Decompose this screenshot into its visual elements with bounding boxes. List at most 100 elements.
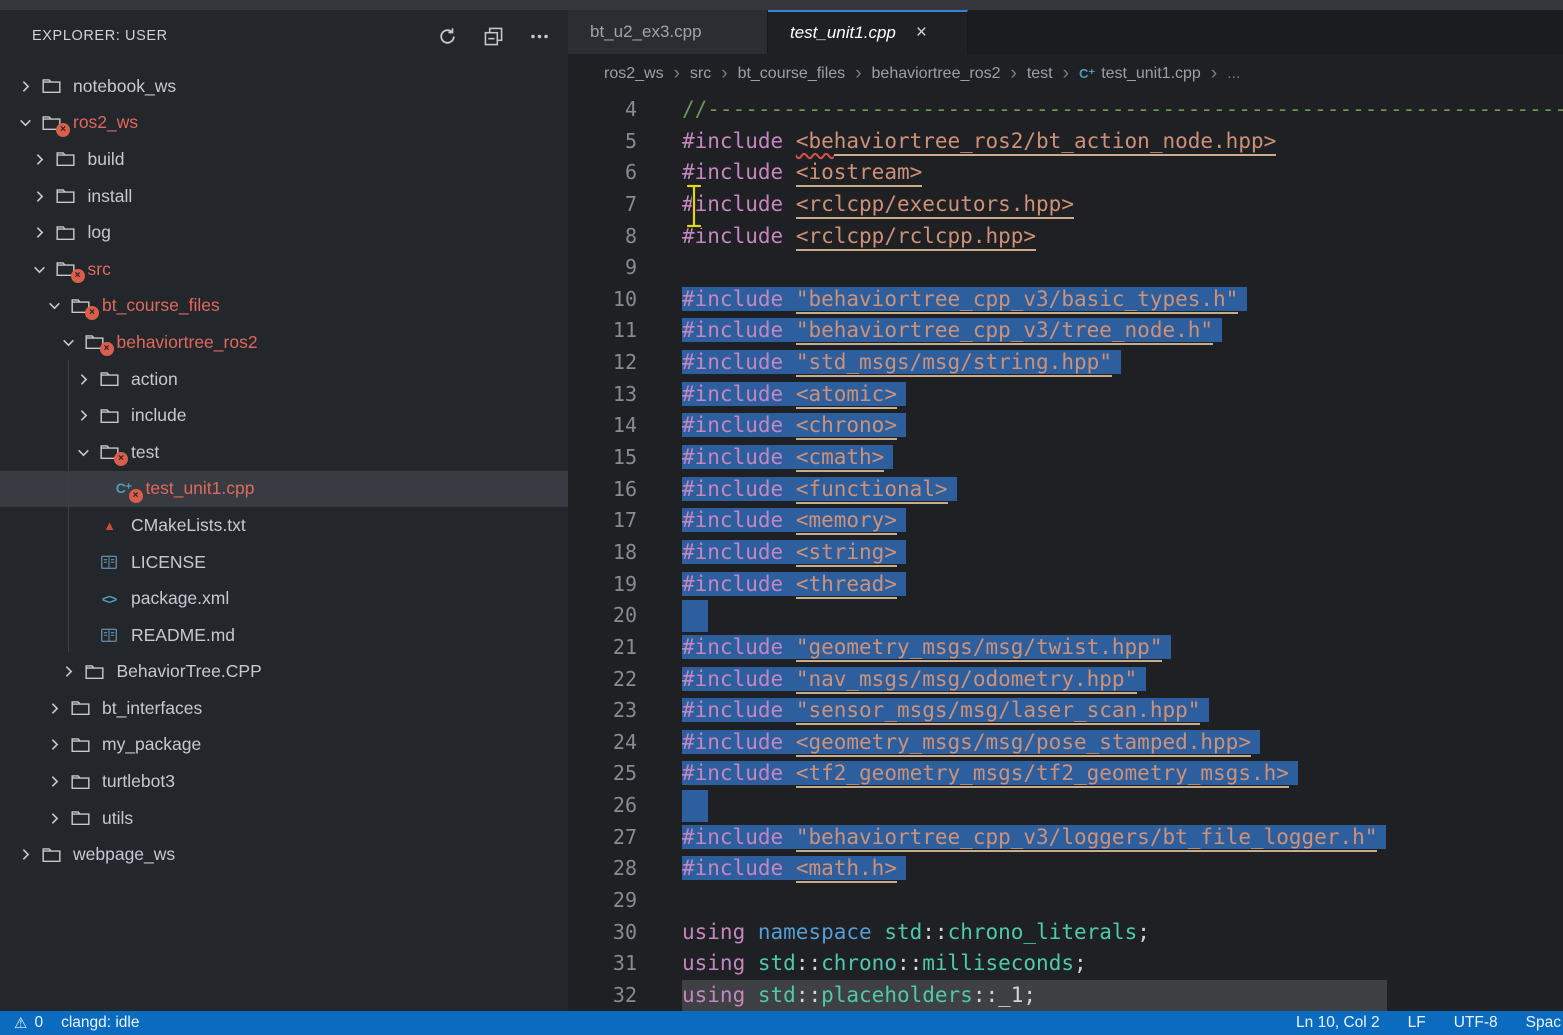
problem-badge: × bbox=[129, 489, 143, 503]
code-line-18[interactable]: 18 #include <string> bbox=[568, 537, 1563, 569]
tree-item-turtlebot3[interactable]: turtlebot3 bbox=[0, 763, 568, 800]
code-line-30[interactable]: 30 using namespace std::chrono_literals; bbox=[568, 917, 1563, 949]
tab-test_unit1.cpp[interactable]: test_unit1.cpp × bbox=[768, 10, 968, 54]
code-line-28[interactable]: 28 #include <math.h> bbox=[568, 853, 1563, 885]
chevron-down-icon[interactable] bbox=[70, 445, 96, 460]
code-line-22[interactable]: 22 #include "nav_msgs/msg/odometry.hpp" bbox=[568, 664, 1563, 696]
chevron-right-icon[interactable] bbox=[70, 372, 96, 387]
code-line-17[interactable]: 17 #include <memory> bbox=[568, 505, 1563, 537]
chevron-right-icon[interactable] bbox=[12, 79, 38, 94]
tree-item-label: LICENSE bbox=[131, 552, 206, 573]
chevron-right-icon[interactable] bbox=[27, 225, 53, 240]
status-item[interactable]: UTF-8 bbox=[1454, 1014, 1498, 1032]
breadcrumb-item-ros2_ws[interactable]: ros2_ws bbox=[604, 65, 664, 83]
more-icon[interactable] bbox=[528, 25, 550, 47]
code-line-31[interactable]: 31 using std::chrono::milliseconds; bbox=[568, 948, 1563, 980]
tree-item-src[interactable]: × src bbox=[0, 251, 568, 288]
tree-item-BehaviorTree.CPP[interactable]: BehaviorTree.CPP bbox=[0, 654, 568, 691]
chevron-down-icon[interactable] bbox=[56, 335, 82, 350]
tree-item-label: src bbox=[88, 259, 111, 280]
chevron-down-icon[interactable] bbox=[27, 262, 53, 277]
tree-item-include[interactable]: include bbox=[0, 397, 568, 434]
tree-item-package.xml[interactable]: <> package.xml bbox=[0, 580, 568, 617]
code-line-14[interactable]: 14 #include <chrono> bbox=[568, 410, 1563, 442]
chevron-down-icon[interactable] bbox=[12, 115, 38, 130]
tree-item-utils[interactable]: utils bbox=[0, 800, 568, 837]
tab-bt_u2_ex3.cpp[interactable]: bt_u2_ex3.cpp bbox=[568, 10, 768, 54]
line-number: 16 bbox=[568, 474, 637, 506]
chevron-right-icon[interactable] bbox=[41, 737, 67, 752]
chevron-right-icon[interactable] bbox=[41, 701, 67, 716]
breadcrumb-item-src[interactable]: src bbox=[690, 65, 711, 83]
code-line-32[interactable]: 32 using std::placeholders::_1; bbox=[568, 980, 1563, 1011]
chevron-right-icon[interactable] bbox=[27, 189, 53, 204]
tree-item-action[interactable]: action bbox=[0, 361, 568, 398]
code-line-24[interactable]: 24 #include <geometry_msgs/msg/pose_stam… bbox=[568, 727, 1563, 759]
line-number: 17 bbox=[568, 505, 637, 537]
status-item[interactable]: Spac bbox=[1526, 1014, 1561, 1032]
chevron-right-icon[interactable] bbox=[27, 152, 53, 167]
breadcrumb-item-...[interactable]: ... bbox=[1227, 65, 1240, 83]
code-line-29[interactable]: 29 bbox=[568, 885, 1563, 917]
tree-item-notebook_ws[interactable]: notebook_ws bbox=[0, 68, 568, 105]
chevron-right-icon[interactable] bbox=[70, 408, 96, 423]
code-line-19[interactable]: 19 #include <thread> bbox=[568, 569, 1563, 601]
breadcrumb-item-test_unit1.cpp[interactable]: C⁺test_unit1.cpp bbox=[1079, 65, 1201, 83]
status-item[interactable]: Ln 10, Col 2 bbox=[1296, 1014, 1380, 1032]
tree-item-README.md[interactable]: README.md bbox=[0, 617, 568, 654]
tree-item-ros2_ws[interactable]: × ros2_ws bbox=[0, 105, 568, 142]
chevron-right-icon[interactable] bbox=[41, 774, 67, 789]
code-line-23[interactable]: 23 #include "sensor_msgs/msg/laser_scan.… bbox=[568, 695, 1563, 727]
code-line-21[interactable]: 21 #include "geometry_msgs/msg/twist.hpp… bbox=[568, 632, 1563, 664]
code-line-27[interactable]: 27 #include "behaviortree_cpp_v3/loggers… bbox=[568, 822, 1563, 854]
code-line-10[interactable]: 10 #include "behaviortree_cpp_v3/basic_t… bbox=[568, 284, 1563, 316]
tree-item-install[interactable]: install bbox=[0, 178, 568, 215]
refresh-icon[interactable] bbox=[436, 25, 458, 47]
code-editor[interactable]: 4 //------------------------------------… bbox=[568, 94, 1563, 1011]
tree-item-bt_course_files[interactable]: × bt_course_files bbox=[0, 288, 568, 325]
code-line-4[interactable]: 4 //------------------------------------… bbox=[568, 94, 1563, 126]
code-line-11[interactable]: 11 #include "behaviortree_cpp_v3/tree_no… bbox=[568, 315, 1563, 347]
tree-item-label: CMakeLists.txt bbox=[131, 515, 246, 536]
tree-item-log[interactable]: log bbox=[0, 214, 568, 251]
tree-item-build[interactable]: build bbox=[0, 141, 568, 178]
tree-item-webpage_ws[interactable]: webpage_ws bbox=[0, 836, 568, 873]
breadcrumb-item-behaviortree_ros2[interactable]: behaviortree_ros2 bbox=[872, 65, 1001, 83]
code-line-20[interactable]: 20 bbox=[568, 600, 1563, 632]
status-item[interactable]: LF bbox=[1408, 1014, 1426, 1032]
tree-item-test_unit1.cpp[interactable]: C⁺× test_unit1.cpp bbox=[0, 471, 568, 508]
book-icon bbox=[96, 555, 122, 570]
breadcrumb-item-bt_course_files[interactable]: bt_course_files bbox=[738, 65, 846, 83]
tree-item-label: bt_course_files bbox=[102, 295, 220, 316]
chevron-right-icon[interactable] bbox=[12, 847, 38, 862]
tree-item-test[interactable]: × test bbox=[0, 434, 568, 471]
code-line-15[interactable]: 15 #include <cmath> bbox=[568, 442, 1563, 474]
explorer-title: EXPLORER: USER bbox=[32, 28, 168, 44]
code-line-16[interactable]: 16 #include <functional> bbox=[568, 474, 1563, 506]
status-warning[interactable]: ⚠0 bbox=[14, 1014, 43, 1032]
code-line-6[interactable]: 6 #include <iostream> bbox=[568, 157, 1563, 189]
collapse-all-icon[interactable] bbox=[482, 25, 504, 47]
line-number: 9 bbox=[568, 252, 637, 284]
tree-item-behaviortree_ros2[interactable]: × behaviortree_ros2 bbox=[0, 324, 568, 361]
code-line-25[interactable]: 25 #include <tf2_geometry_msgs/tf2_geome… bbox=[568, 758, 1563, 790]
code-line-13[interactable]: 13 #include <atomic> bbox=[568, 379, 1563, 411]
line-number: 28 bbox=[568, 853, 637, 885]
code-line-8[interactable]: 8 #include <rclcpp/rclcpp.hpp> bbox=[568, 221, 1563, 253]
chevron-right-icon[interactable] bbox=[41, 811, 67, 826]
status-item[interactable]: clangd: idle bbox=[61, 1014, 139, 1032]
chevron-right-icon[interactable] bbox=[56, 664, 82, 679]
breadcrumb-item-test[interactable]: test bbox=[1027, 65, 1053, 83]
code-line-5[interactable]: 5 #include <behaviortree_ros2/bt_action_… bbox=[568, 126, 1563, 158]
tree-item-bt_interfaces[interactable]: bt_interfaces bbox=[0, 690, 568, 727]
close-icon[interactable]: × bbox=[916, 22, 927, 44]
code-line-26[interactable]: 26 bbox=[568, 790, 1563, 822]
tree-item-my_package[interactable]: my_package bbox=[0, 727, 568, 764]
tree-item-CMakeLists.txt[interactable]: ▲ CMakeLists.txt bbox=[0, 507, 568, 544]
code-line-7[interactable]: 7 #include <rclcpp/executors.hpp> bbox=[568, 189, 1563, 221]
tree-item-LICENSE[interactable]: LICENSE bbox=[0, 544, 568, 581]
code-line-9[interactable]: 9 bbox=[568, 252, 1563, 284]
code-line-12[interactable]: 12 #include "std_msgs/msg/string.hpp" bbox=[568, 347, 1563, 379]
tab-label: test_unit1.cpp bbox=[790, 23, 896, 43]
chevron-down-icon[interactable] bbox=[41, 298, 67, 313]
